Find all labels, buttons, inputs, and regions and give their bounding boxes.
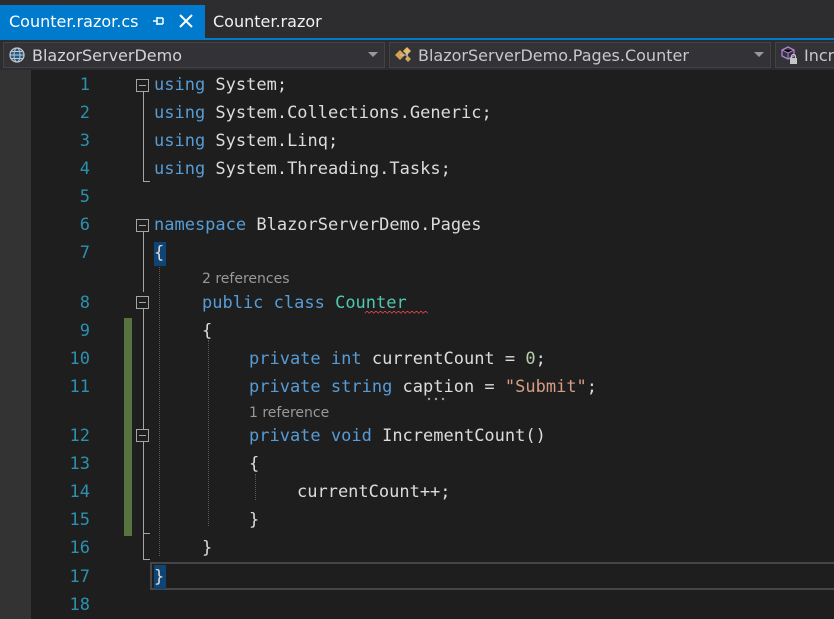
- code-line-1: using System;: [154, 71, 287, 99]
- line-number: 15: [69, 510, 90, 530]
- project-name: BlazorServerDemo: [32, 45, 182, 65]
- close-icon[interactable]: [176, 11, 196, 31]
- line-number: 2: [79, 103, 90, 123]
- code-line-17: }: [154, 567, 165, 587]
- code-line-2: using System.Collections.Generic;: [154, 99, 492, 127]
- chevron-down-icon[interactable]: [368, 52, 378, 57]
- code-text: currentCount =: [361, 349, 526, 369]
- class-icon: [393, 45, 413, 65]
- string-literal: "Submit": [504, 377, 587, 397]
- document-tab-strip: Counter.razor.cs Counter.razor: [0, 0, 834, 40]
- keyword: using: [154, 131, 206, 151]
- outline-end: [143, 559, 150, 560]
- keyword: private: [249, 426, 321, 446]
- tab-label: Counter.razor.cs: [9, 12, 139, 31]
- globe-project-icon: [7, 45, 27, 65]
- codelens-method-references[interactable]: 1 reference: [249, 402, 329, 424]
- outline-line: [143, 309, 144, 429]
- code-line-15: }: [249, 510, 260, 530]
- keyword: namespace: [154, 215, 247, 235]
- code-line-4: using System.Threading.Tasks;: [154, 155, 451, 183]
- chevron-down-icon[interactable]: [754, 52, 764, 57]
- code-line-13: {: [249, 454, 260, 474]
- code-line-12: private void IncrementCount(): [249, 422, 546, 450]
- line-number: 7: [79, 243, 90, 263]
- type-name: Counter: [335, 293, 407, 313]
- error-squiggle: [364, 311, 429, 314]
- keyword: using: [154, 159, 206, 179]
- code-line-7: {: [154, 243, 165, 263]
- line-number: 3: [79, 131, 90, 151]
- outline-line: [143, 232, 144, 292]
- line-number: 6: [79, 215, 90, 235]
- indicator-margin: [0, 70, 31, 619]
- keyword: using: [154, 103, 206, 123]
- indent-guide: [159, 264, 160, 556]
- line-number: 8: [79, 293, 90, 313]
- project-dropdown[interactable]: BlazorServerDemo: [3, 42, 385, 68]
- type-dropdown[interactable]: BlazorServerDemo.Pages.Counter: [389, 42, 771, 68]
- code-text: System.Collections.Generic;: [205, 103, 492, 123]
- code-line-3: using System.Linq;: [154, 127, 338, 155]
- keyword: class: [263, 293, 336, 313]
- tab-label: Counter.razor: [213, 12, 322, 31]
- outline-end: [143, 181, 150, 182]
- line-number: 16: [69, 538, 90, 558]
- keyword: using: [154, 75, 206, 95]
- line-number: 13: [69, 454, 90, 474]
- change-indicator-bar: [124, 318, 132, 536]
- line-number: 17: [69, 567, 90, 587]
- collapse-toggle[interactable]: [136, 79, 149, 92]
- line-number: 10: [69, 349, 90, 369]
- collapse-toggle[interactable]: [136, 219, 149, 232]
- line-number: 18: [69, 595, 90, 615]
- collapse-toggle[interactable]: [136, 296, 149, 309]
- code-text: BlazorServerDemo.Pages: [246, 215, 482, 235]
- line-number: 11: [69, 377, 90, 397]
- code-text: IncrementCount(): [371, 426, 546, 446]
- keyword: string: [320, 377, 393, 397]
- pin-icon[interactable]: [152, 13, 166, 29]
- indent-guide: [208, 340, 209, 526]
- line-number: 9: [79, 321, 90, 341]
- suggestion-dots: [427, 397, 445, 401]
- code-line-10: private int currentCount = 0;: [249, 345, 546, 373]
- outline-end: [143, 533, 150, 534]
- collapse-toggle[interactable]: [136, 429, 149, 442]
- outline-line: [143, 442, 144, 560]
- code-line-16: }: [202, 538, 213, 558]
- current-line-highlight: [150, 562, 834, 590]
- line-number: 5: [79, 187, 90, 207]
- code-editor[interactable]: 1 2 3 4 5 6 7 8 9 10 11 12 13 14 15 16 1…: [0, 70, 834, 619]
- code-line-14: currentCount++;: [297, 482, 451, 502]
- code-line-11: private string caption = "Submit";: [249, 373, 597, 401]
- code-text: System;: [205, 75, 288, 95]
- keyword: int: [320, 349, 362, 369]
- keyword: private: [249, 349, 321, 369]
- code-line-6: namespace BlazorServerDemo.Pages: [154, 211, 482, 239]
- keyword: private: [249, 377, 321, 397]
- code-text: ;: [535, 349, 546, 369]
- code-text: caption =: [392, 377, 505, 397]
- code-line-9: {: [202, 321, 213, 341]
- tab-counter-razor[interactable]: Counter.razor: [205, 5, 335, 38]
- type-name: BlazorServerDemo.Pages.Counter: [418, 45, 689, 65]
- code-text: System.Threading.Tasks;: [205, 159, 451, 179]
- keyword: void: [320, 426, 372, 446]
- codelens-class-references[interactable]: 2 references: [202, 268, 290, 290]
- line-number: 14: [69, 482, 90, 502]
- navigation-bar: BlazorServerDemo BlazorServerDemo.Pages.…: [0, 40, 834, 70]
- line-number: 1: [79, 75, 90, 95]
- method-lock-icon: [779, 45, 799, 65]
- code-text: System.Linq;: [205, 131, 339, 151]
- member-dropdown[interactable]: Incr: [775, 42, 834, 68]
- tab-counter-razor-cs[interactable]: Counter.razor.cs: [0, 5, 205, 38]
- line-number: 12: [69, 426, 90, 446]
- outline-line: [143, 92, 144, 182]
- member-name: Incr: [804, 45, 834, 65]
- line-number: 4: [79, 159, 90, 179]
- keyword: public: [202, 293, 264, 313]
- code-text: ;: [586, 377, 598, 397]
- number-literal: 0: [525, 349, 536, 369]
